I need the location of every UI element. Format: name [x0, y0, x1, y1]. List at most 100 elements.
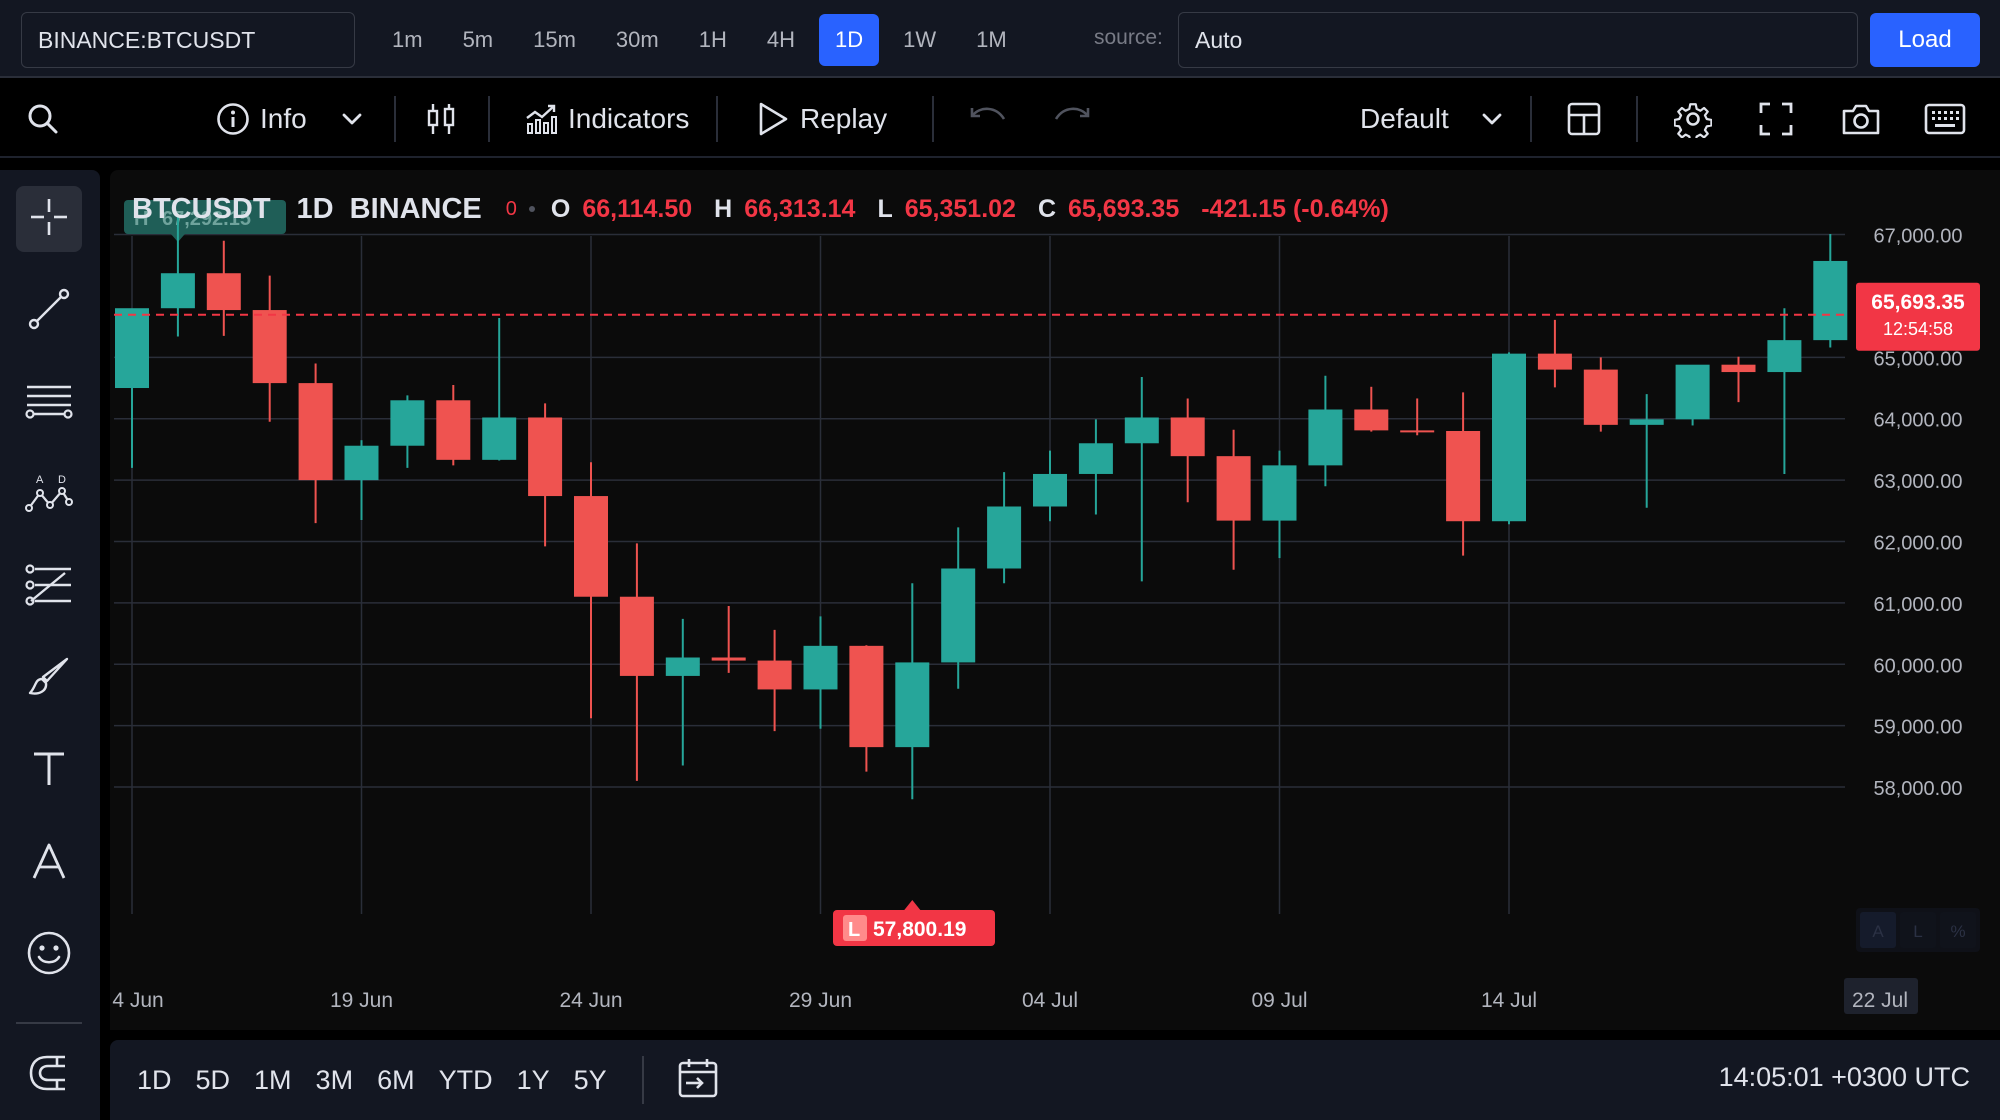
candle-body[interactable]	[344, 445, 379, 481]
interval-4h[interactable]: 4H	[751, 14, 811, 66]
candle-body[interactable]	[895, 662, 930, 748]
price-axis-label: 59,000.00	[1874, 717, 1963, 739]
emoji-tool[interactable]	[16, 922, 82, 988]
candle-body[interactable]	[482, 417, 517, 460]
price-axis-label: 60,000.00	[1874, 655, 1963, 677]
range-1m[interactable]: 1M	[243, 1052, 303, 1108]
candle-body[interactable]	[1216, 456, 1251, 521]
interval-selector: 1m 5m 15m 30m 1H 4H 1D 1W 1M	[376, 14, 1023, 66]
candle-body[interactable]	[1308, 409, 1343, 466]
interval-5m[interactable]: 5m	[447, 14, 510, 66]
fib-tool[interactable]	[16, 370, 82, 436]
range-1y[interactable]: 1Y	[506, 1052, 561, 1108]
symbol-input[interactable]	[21, 12, 355, 68]
candle-body[interactable]	[1675, 364, 1710, 420]
range-1d[interactable]: 1D	[126, 1052, 183, 1108]
interval-15m[interactable]: 15m	[517, 14, 592, 66]
candle-body[interactable]	[1813, 260, 1848, 341]
range-5y[interactable]: 5Y	[563, 1052, 618, 1108]
candle-body[interactable]	[987, 506, 1022, 569]
legend-exchange: BINANCE	[349, 192, 482, 225]
candle-body[interactable]	[1721, 364, 1756, 373]
settings-button[interactable]	[1674, 80, 1712, 158]
scale-button-label: %	[1950, 922, 1965, 941]
brush-tool[interactable]	[16, 646, 82, 712]
candle-body[interactable]	[528, 417, 563, 497]
range-ytd[interactable]: YTD	[428, 1052, 504, 1108]
range-6m[interactable]: 6M	[366, 1052, 426, 1108]
legend-symbol[interactable]: BTCUSDT	[132, 193, 271, 226]
range-5d[interactable]: 5D	[185, 1052, 242, 1108]
candle-body[interactable]	[206, 273, 241, 311]
interval-1w[interactable]: 1W	[887, 14, 952, 66]
crosshair-tool[interactable]	[16, 186, 82, 252]
candle-body[interactable]	[1033, 473, 1067, 507]
interval-1d[interactable]: 1D	[818, 14, 880, 66]
candle-body[interactable]	[1767, 340, 1802, 373]
hotkeys-button[interactable]	[1924, 80, 1966, 158]
trend-line-tool[interactable]	[16, 278, 82, 344]
candle-body[interactable]	[574, 496, 608, 597]
search-icon	[26, 102, 60, 136]
symbol-search-button[interactable]	[26, 80, 60, 158]
pattern-tool[interactable]: AD	[16, 462, 82, 528]
fullscreen-button[interactable]	[1758, 80, 1794, 158]
candle-body[interactable]	[941, 568, 976, 663]
candle-body[interactable]	[1492, 353, 1526, 522]
range-3m[interactable]: 3M	[305, 1052, 365, 1108]
candle-body[interactable]	[1446, 430, 1481, 522]
candle-body[interactable]	[252, 310, 287, 384]
price-axis-label: 64,000.00	[1874, 410, 1963, 432]
svg-text:D: D	[58, 474, 66, 486]
prediction-tool[interactable]	[16, 554, 82, 620]
candle-body[interactable]	[115, 308, 149, 389]
interval-30m[interactable]: 30m	[600, 14, 675, 66]
screenshot-button[interactable]	[1840, 80, 1882, 158]
candle-body[interactable]	[1124, 417, 1159, 444]
candle-body[interactable]	[1170, 417, 1205, 457]
candle-body[interactable]	[711, 657, 746, 661]
chevron-down-icon	[339, 106, 365, 132]
chart-type-button[interactable]	[424, 80, 458, 158]
interval-1h[interactable]: 1H	[683, 14, 743, 66]
clock[interactable]: 14:05:01 +0300 UTC	[1719, 1062, 1970, 1093]
candle-body[interactable]	[1583, 369, 1618, 425]
candle-body[interactable]	[1400, 430, 1435, 433]
layout-grid-button[interactable]	[1566, 80, 1602, 158]
interval-1m[interactable]: 1m	[376, 14, 439, 66]
magnet-tool[interactable]	[16, 1042, 82, 1108]
go-to-date-button[interactable]	[670, 1054, 726, 1106]
candle-body[interactable]	[1537, 353, 1572, 370]
candle-body[interactable]	[390, 400, 425, 446]
undo-button[interactable]	[968, 80, 1008, 158]
candle-body[interactable]	[1078, 443, 1113, 474]
candle-body[interactable]	[160, 273, 195, 309]
legend-close-key: C	[1037, 194, 1057, 223]
candle-body[interactable]	[1262, 465, 1297, 521]
candle-body[interactable]	[1354, 409, 1389, 431]
indicators-button[interactable]: Indicators	[524, 80, 689, 158]
candle-body[interactable]	[436, 400, 471, 460]
time-axis-label: 14 Jul	[1481, 989, 1537, 1012]
redo-button[interactable]	[1052, 80, 1092, 158]
chart-pane[interactable]: H 67,292.15 L 57,800.19 67,000.00 65,000.00 64…	[110, 170, 2000, 1030]
candle-body[interactable]	[849, 645, 884, 748]
replay-label: Replay	[800, 103, 888, 134]
candle-body[interactable]	[803, 645, 838, 690]
replay-button[interactable]: Replay	[756, 80, 887, 158]
toolbar-divider	[1636, 96, 1638, 142]
candle-body[interactable]	[757, 660, 792, 690]
anchored-text-tool[interactable]	[16, 830, 82, 896]
candle-body[interactable]	[1629, 419, 1664, 425]
load-button[interactable]: Load	[1870, 13, 1980, 67]
interval-1m[interactable]: 1M	[960, 14, 1023, 66]
source-input[interactable]	[1178, 12, 1858, 68]
candlestick-chart[interactable]: H 67,292.15L 57,800.1967,000.0065,000.0064…	[110, 170, 2000, 1030]
time-axis-label: 24 Jun	[559, 989, 622, 1012]
candle-body[interactable]	[298, 383, 333, 481]
candle-body[interactable]	[619, 596, 654, 676]
info-button[interactable]: Info	[216, 80, 365, 158]
layout-select[interactable]: Default	[1360, 80, 1505, 158]
candle-body[interactable]	[665, 657, 700, 676]
text-tool[interactable]	[16, 738, 82, 804]
